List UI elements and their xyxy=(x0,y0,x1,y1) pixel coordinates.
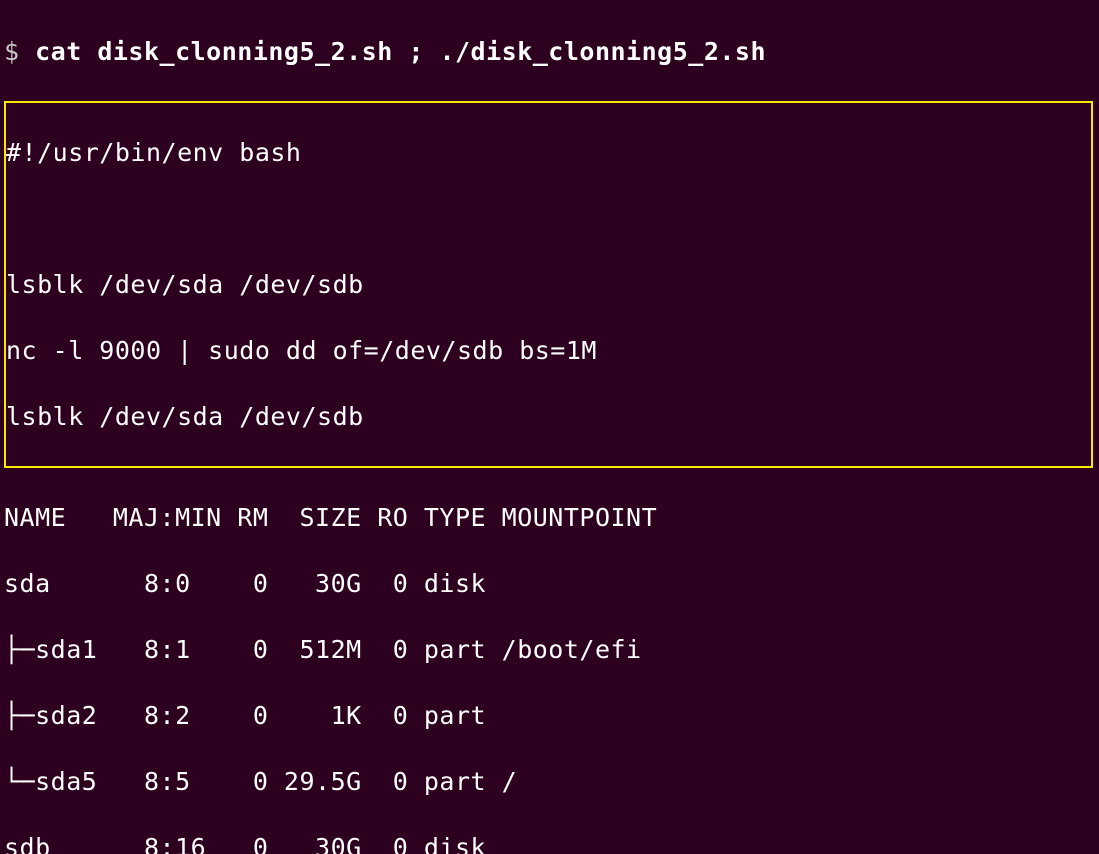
lsblk-row: └─sda5 8:5 0 29.5G 0 part / xyxy=(4,765,1095,798)
highlighted-script: #!/usr/bin/env bash lsblk /dev/sda /dev/… xyxy=(4,101,1093,468)
script-line: #!/usr/bin/env bash xyxy=(6,136,1091,169)
script-line: lsblk /dev/sda /dev/sdb xyxy=(6,400,1091,433)
entered-command: cat disk_clonning5_2.sh ; ./disk_clonnin… xyxy=(35,37,766,66)
lsblk-row: ├─sda2 8:2 0 1K 0 part xyxy=(4,699,1095,732)
lsblk-header: NAME MAJ:MIN RM SIZE RO TYPE MOUNTPOINT xyxy=(4,501,1095,534)
lsblk-row: ├─sda1 8:1 0 512M 0 part /boot/efi xyxy=(4,633,1095,666)
command-line: $ cat disk_clonning5_2.sh ; ./disk_clonn… xyxy=(4,35,1095,68)
script-line: nc -l 9000 | sudo dd of=/dev/sdb bs=1M xyxy=(6,334,1091,367)
script-line: lsblk /dev/sda /dev/sdb xyxy=(6,268,1091,301)
lsblk-row: sdb 8:16 0 30G 0 disk xyxy=(4,831,1095,854)
prompt-char: $ xyxy=(4,37,35,66)
lsblk-row: sda 8:0 0 30G 0 disk xyxy=(4,567,1095,600)
script-line xyxy=(6,202,1091,235)
terminal-output[interactable]: $ cat disk_clonning5_2.sh ; ./disk_clonn… xyxy=(0,0,1099,854)
